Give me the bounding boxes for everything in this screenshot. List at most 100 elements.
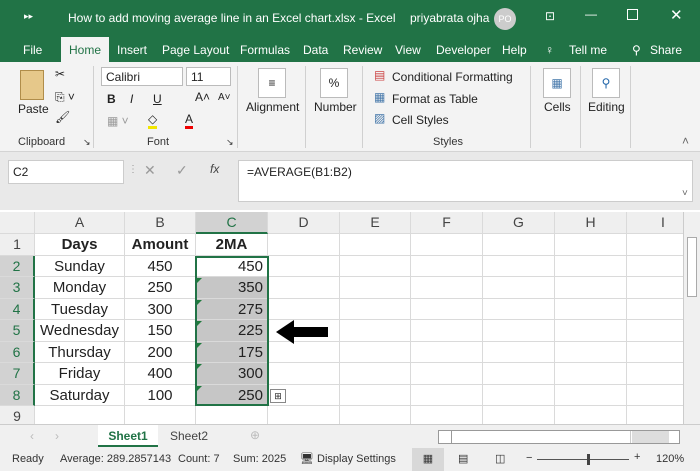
tab-view[interactable]: View	[395, 40, 421, 60]
column-header-G[interactable]: G	[483, 212, 555, 234]
font-name-input[interactable]: Calibri	[101, 67, 183, 86]
worksheet-grid[interactable]: A B C D E F G H I 1 Days Amount 2MA 2 Sunday 450 450 3 Mon…	[0, 212, 683, 424]
alignment-icon[interactable]: ≡	[258, 68, 286, 98]
cell-F6[interactable]	[411, 341, 483, 363]
clipboard-launcher-icon[interactable]: ↘	[83, 137, 91, 148]
copy-icon[interactable]: ⎘ ˅	[55, 90, 75, 105]
column-header-B[interactable]: B	[125, 212, 196, 234]
cell-F4[interactable]	[411, 298, 483, 320]
cell-E2[interactable]	[340, 255, 411, 277]
cell-F1[interactable]	[411, 234, 483, 256]
row-header[interactable]: 1	[0, 234, 35, 256]
cell-C3[interactable]: 350	[196, 277, 268, 299]
cell-C5[interactable]: 225	[196, 320, 268, 342]
cell-H9[interactable]	[555, 406, 627, 424]
cell-I4[interactable]	[627, 299, 683, 320]
row-header[interactable]: 5	[0, 320, 35, 342]
cell-E5[interactable]	[340, 320, 411, 342]
column-header-C[interactable]: C	[196, 212, 268, 234]
cell-I5[interactable]	[627, 320, 683, 342]
scroll-right-icon[interactable]: ›	[55, 429, 59, 443]
quick-access-icon[interactable]: ▸▸	[24, 11, 33, 22]
cell-styles-button[interactable]: Cell Styles	[392, 113, 449, 127]
page-layout-view-icon[interactable]: ▤	[458, 452, 468, 465]
cell-E6[interactable]	[340, 341, 411, 363]
cell-E7[interactable]	[340, 363, 411, 385]
cell-E3[interactable]	[340, 277, 411, 299]
cell-C6[interactable]: 175	[196, 341, 268, 363]
vertical-scroll-thumb[interactable]	[687, 237, 697, 297]
cell-D9[interactable]	[268, 406, 340, 424]
cell-F8[interactable]	[411, 384, 483, 406]
tab-file[interactable]: File	[23, 40, 42, 60]
row-header[interactable]: 9	[0, 406, 35, 424]
tab-formulas[interactable]: Formulas	[240, 40, 290, 60]
status-count[interactable]: Count: 7	[178, 453, 220, 465]
display-settings-button[interactable]: Display Settings	[317, 453, 396, 465]
editing-button[interactable]: Editing	[588, 100, 625, 114]
cell-C2[interactable]: 450	[196, 255, 268, 277]
scroll-left-icon[interactable]: ‹	[30, 429, 34, 443]
cell-D6[interactable]	[268, 341, 340, 363]
conditional-formatting-button[interactable]: Conditional Formatting	[392, 70, 513, 84]
zoom-slider-thumb[interactable]	[587, 454, 590, 465]
cell-B9[interactable]	[125, 406, 196, 424]
page-break-view-icon[interactable]: ◫	[495, 452, 505, 465]
paste-icon[interactable]	[20, 70, 44, 100]
cell-B7[interactable]: 400	[125, 363, 196, 385]
collapse-ribbon-icon[interactable]: ˄	[682, 134, 689, 148]
cell-F7[interactable]	[411, 363, 483, 385]
tab-data[interactable]: Data	[303, 40, 328, 60]
cell-E9[interactable]	[340, 406, 411, 424]
cell-F9[interactable]	[411, 406, 483, 424]
cell-H1[interactable]	[555, 234, 627, 256]
cell-G9[interactable]	[483, 406, 555, 424]
format-painter-icon[interactable]: 🖌	[55, 110, 70, 124]
cell-H2[interactable]	[555, 255, 627, 277]
minimize-icon[interactable]: —	[585, 7, 597, 21]
cell-H6[interactable]	[555, 341, 627, 363]
cell-H8[interactable]	[555, 384, 627, 406]
alignment-button[interactable]: Alignment	[246, 100, 299, 114]
cell-B8[interactable]: 100	[125, 384, 196, 406]
cell-G6[interactable]	[483, 341, 555, 363]
font-color-button[interactable]: A	[185, 112, 194, 129]
maximize-icon[interactable]	[627, 9, 638, 20]
cell-E8[interactable]	[340, 384, 411, 406]
cell-H4[interactable]	[555, 298, 627, 320]
cell-I6[interactable]	[627, 342, 683, 363]
cancel-icon[interactable]: ✕	[144, 162, 156, 179]
tab-developer[interactable]: Developer	[436, 40, 491, 60]
cell-C7[interactable]: 300	[196, 363, 268, 385]
cell-B1[interactable]: Amount	[125, 234, 196, 256]
error-indicator-icon[interactable]	[197, 342, 202, 348]
cell-G8[interactable]	[483, 384, 555, 406]
cell-A4[interactable]: Tuesday	[35, 298, 125, 320]
zoom-level[interactable]: 120%	[656, 453, 684, 465]
error-indicator-icon[interactable]	[197, 364, 202, 369]
row-header[interactable]: 3	[0, 277, 35, 299]
cell-B5[interactable]: 150	[125, 320, 196, 342]
cell-F2[interactable]	[411, 255, 483, 277]
horizontal-scroll-thumb[interactable]	[451, 431, 631, 443]
cell-A6[interactable]: Thursday	[35, 341, 125, 363]
column-header-I[interactable]: I	[627, 212, 683, 234]
cell-H7[interactable]	[555, 363, 627, 385]
new-sheet-icon[interactable]: ⊕	[250, 428, 260, 442]
horizontal-scrollbar[interactable]	[438, 430, 680, 444]
cell-B3[interactable]: 250	[125, 277, 196, 299]
underline-button[interactable]: U	[153, 92, 162, 106]
normal-view-icon[interactable]: ▦	[412, 448, 444, 471]
cell-I8[interactable]	[627, 385, 683, 406]
sheet-tab-sheet1[interactable]: Sheet1	[98, 425, 158, 447]
sheet-tab-sheet2[interactable]: Sheet2	[170, 429, 208, 443]
cell-E1[interactable]	[340, 234, 411, 256]
row-header[interactable]: 2	[0, 255, 35, 277]
cells-button[interactable]: Cells	[544, 100, 571, 114]
enter-icon[interactable]: ✓	[176, 162, 188, 179]
column-header-D[interactable]: D	[268, 212, 340, 234]
cell-D2[interactable]	[268, 255, 340, 277]
cell-I7[interactable]	[627, 363, 683, 385]
cell-I9[interactable]	[627, 406, 683, 424]
cell-F5[interactable]	[411, 320, 483, 342]
